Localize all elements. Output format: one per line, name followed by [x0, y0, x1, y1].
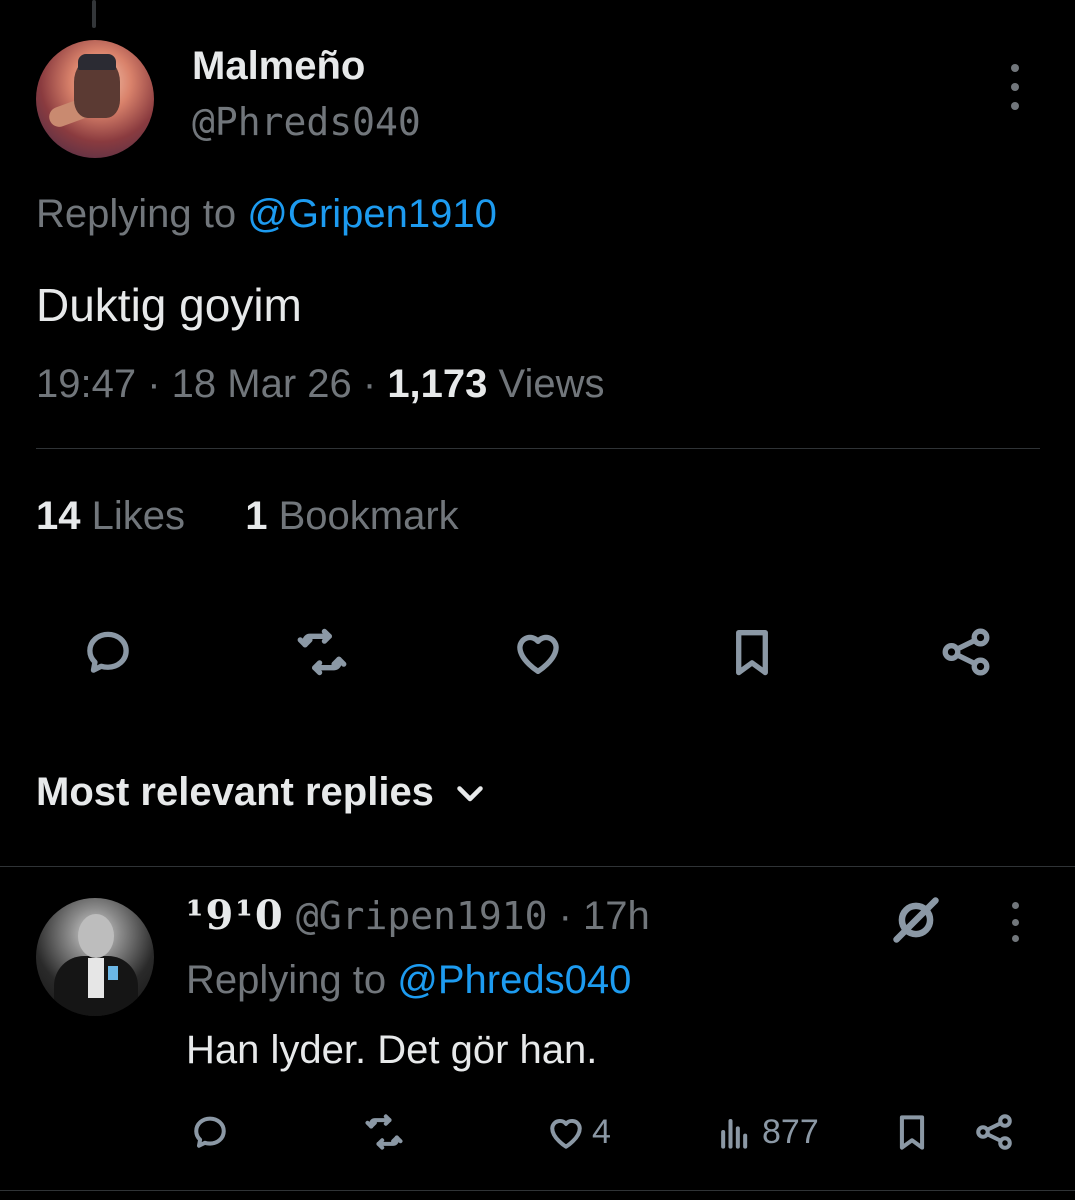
reply-author-avatar[interactable]: [36, 898, 154, 1016]
author-avatar[interactable]: [36, 40, 154, 158]
reply-like-count: 4: [592, 1112, 611, 1151]
engagement-stats: 14 Likes 1 Bookmark: [36, 494, 459, 539]
share-icon[interactable]: [934, 620, 998, 684]
reply-more-options-icon[interactable]: [1000, 902, 1030, 942]
tweet-action-bar: [0, 620, 1075, 684]
views-icon: [721, 1118, 748, 1149]
tweet-meta: 19:47 · 18 Mar 26 · 1,173 Views: [36, 362, 605, 406]
divider: [0, 1190, 1075, 1191]
retweet-icon: [365, 1114, 403, 1150]
chevron-down-icon: [457, 785, 483, 801]
reply-icon: [194, 1116, 226, 1148]
divider: [0, 866, 1075, 867]
replies-sort-label: Most relevant replies: [36, 770, 434, 814]
views-label: Views: [487, 362, 605, 406]
reply-author-handle[interactable]: @Gripen1910: [296, 894, 548, 938]
reply-bookmark-button[interactable]: [890, 1106, 934, 1158]
reply-retweet-button[interactable]: [362, 1106, 406, 1158]
bookmarks-stat[interactable]: 1 Bookmark: [245, 494, 458, 538]
reply-share-button[interactable]: [972, 1106, 1016, 1158]
author-handle[interactable]: @Phreds040: [192, 100, 421, 144]
reply-author-name[interactable]: ¹9¹0: [186, 892, 285, 939]
like-icon: [550, 1119, 582, 1149]
reply-views-count: 877: [762, 1112, 819, 1151]
grok-icon[interactable]: [890, 894, 942, 946]
replies-sort-dropdown[interactable]: Most relevant replies: [36, 770, 488, 815]
reply-time[interactable]: 17h: [583, 894, 650, 938]
views-count: 1,173: [387, 362, 488, 406]
replying-to-mention[interactable]: @Gripen1910: [247, 192, 497, 236]
tweet-text: Duktig goyim: [36, 279, 302, 331]
reply-action-bar: 4 877: [0, 1106, 1075, 1158]
likes-stat[interactable]: 14 Likes: [36, 494, 185, 538]
like-icon[interactable]: [506, 620, 570, 684]
author-name[interactable]: Malmeño: [192, 44, 365, 89]
retweet-icon[interactable]: [290, 620, 354, 684]
reply-replying-to-mention[interactable]: @Phreds040: [397, 958, 631, 1002]
tweet-time[interactable]: 19:47: [36, 362, 136, 406]
reply-replying-to-line: Replying to @Phreds040: [186, 958, 632, 1002]
reply-reply-button[interactable]: [188, 1106, 232, 1158]
share-icon: [976, 1114, 1012, 1150]
divider: [36, 448, 1040, 449]
reply-text: Han lyder. Det gör han.: [186, 1028, 598, 1072]
bookmark-icon[interactable]: [720, 620, 784, 684]
bookmark-icon: [899, 1115, 925, 1150]
reply-header: ¹9¹0 @Gripen1910 · 17h: [186, 892, 650, 939]
replying-to-line: Replying to @Gripen1910: [36, 192, 497, 236]
reply-icon[interactable]: [76, 620, 140, 684]
thread-connector-line: [92, 0, 96, 28]
reply-views-button[interactable]: 877: [714, 1106, 819, 1158]
tweet-date[interactable]: 18 Mar 26: [172, 362, 352, 406]
more-options-icon[interactable]: [1000, 64, 1030, 110]
reply-like-button[interactable]: 4: [544, 1106, 611, 1158]
